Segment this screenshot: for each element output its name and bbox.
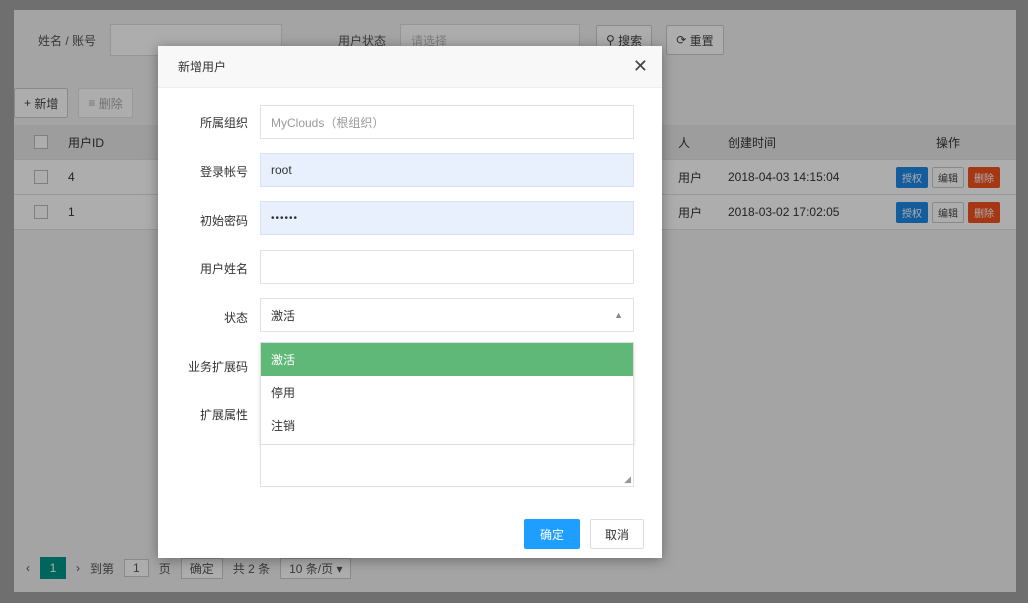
status-option-active[interactable]: 激活 xyxy=(261,343,633,376)
org-label: 所属组织 xyxy=(199,116,248,130)
status-option-cancelled[interactable]: 注销 xyxy=(261,409,633,442)
close-icon[interactable]: ✕ xyxy=(633,56,648,77)
status-option-disabled[interactable]: 停用 xyxy=(261,376,633,409)
status-value: 激活 xyxy=(271,308,296,323)
add-user-dialog: 新增用户 ✕ 所属组织 MyClouds（根组织） 登录帐号 root 初始密码… xyxy=(158,46,662,558)
dialog-title: 新增用户 xyxy=(178,60,227,74)
cancel-button[interactable]: 取消 xyxy=(590,519,644,549)
dialog-header: 新增用户 ✕ xyxy=(158,46,662,88)
caret-up-icon: ▲ xyxy=(614,310,623,320)
ext-label: 扩展属性 xyxy=(199,408,248,422)
password-label: 初始密码 xyxy=(199,214,248,228)
name-label: 用户姓名 xyxy=(199,262,248,276)
bizcode-label: 业务扩展码 xyxy=(187,360,248,374)
account-label: 登录帐号 xyxy=(199,165,248,179)
status-dropdown: 激活 停用 注销 xyxy=(260,342,634,445)
password-field[interactable]: •••••• xyxy=(260,201,634,235)
status-select[interactable]: 激活 ▲ xyxy=(260,298,634,332)
resize-grip-icon[interactable]: ◢ xyxy=(624,474,631,485)
status-label: 状态 xyxy=(223,311,248,325)
name-field[interactable] xyxy=(260,250,634,284)
ext-textarea[interactable]: ◢ xyxy=(260,445,634,487)
account-field[interactable]: root xyxy=(260,153,634,187)
org-field[interactable]: MyClouds（根组织） xyxy=(260,105,634,139)
confirm-button[interactable]: 确定 xyxy=(524,519,580,549)
